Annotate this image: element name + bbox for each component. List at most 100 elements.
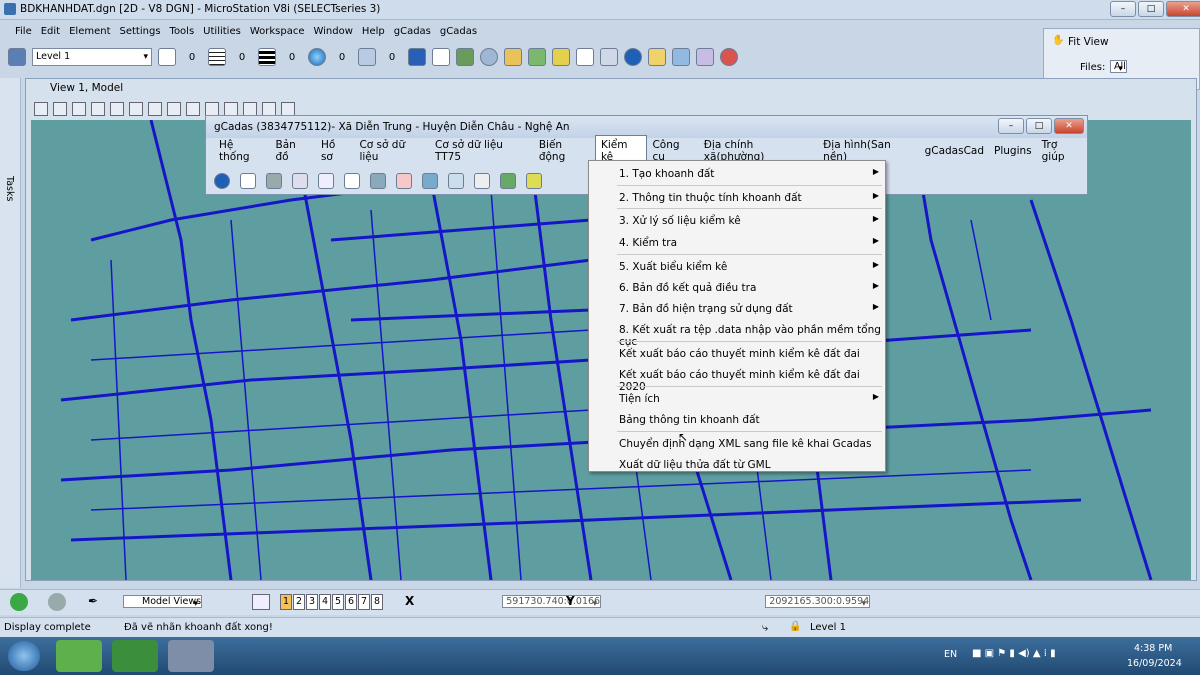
snap-icon[interactable]: ⤷ [762,621,768,635]
map-pin-icon[interactable] [500,173,516,189]
document-icon[interactable] [432,48,450,66]
close-button[interactable]: ✕ [1166,1,1200,17]
menu-gcadas-2[interactable]: gCadas [440,26,477,37]
view-button-6[interactable]: 6 [345,594,357,610]
view-button-4[interactable]: 4 [319,594,331,610]
menu-help[interactable]: Help [362,26,385,37]
menu-item-xu-ly-so-lieu[interactable]: 3. Xử lý số liệu kiểm kê ▶ [589,210,885,231]
model-views-combo[interactable]: Model Views [123,595,203,608]
info-icon[interactable] [624,48,642,66]
element-selection-icon[interactable] [8,48,26,66]
gear-icon[interactable] [72,102,86,116]
x-coordinate-field[interactable]: 591730.740:0.0166 [502,595,602,608]
menu-item-bang-thong-tin[interactable]: Bảng thông tin khoanh đất [589,409,885,430]
eye-icon[interactable] [370,173,386,189]
language-indicator[interactable]: EN [944,649,957,660]
gcadas-menu-ho-so[interactable]: Hồ sơ [316,136,355,166]
forward-icon[interactable] [48,593,66,611]
delete-icon[interactable] [396,173,412,189]
start-button-icon[interactable] [8,641,40,671]
gcadas-close-button[interactable]: ✕ [1054,118,1084,134]
copy-view-icon[interactable] [262,102,276,116]
pointer-icon[interactable] [91,102,105,116]
line-weight-icon[interactable] [258,48,276,66]
fit-view-icon[interactable] [167,102,181,116]
search-folder-icon[interactable] [648,48,666,66]
gcadas-restore-button[interactable]: □ [1026,118,1052,134]
gcadas-menu-bien-dong[interactable]: Biến động [534,136,595,166]
gcadas-menu-tro-giup[interactable]: Trợ giúp [1037,136,1087,166]
zoom-out-icon[interactable] [129,102,143,116]
menu-item-ban-do-hien-trang[interactable]: 7. Bản đồ hiện trạng sử dụng đất ▶ [589,298,885,319]
info-icon[interactable] [214,173,230,189]
menu-item-tien-ich[interactable]: Tiện ích ▶ [589,388,885,409]
menu-item-ket-xuat-data[interactable]: 8. Kết xuất ra tệp .data nhập vào phần m… [589,319,885,348]
color-swatch-icon[interactable] [158,48,176,66]
previous-view-icon[interactable] [224,102,238,116]
stack-icon[interactable] [552,48,570,66]
crosshair-icon[interactable] [696,48,714,66]
menu-item-thong-tin-thuoc-tinh[interactable]: 2. Thông tin thuộc tính khoanh đất ▶ [589,187,885,208]
menu-item-bao-cao-thuyet-minh[interactable]: Kết xuất báo cáo thuyết minh kiểm kê đất… [589,343,885,364]
taskbar-app-1-icon[interactable] [56,640,102,672]
level-combo[interactable]: Level 1 [32,48,152,66]
taskbar-app-2-icon[interactable] [112,640,158,672]
line-style-icon[interactable] [208,48,226,66]
gcadas-menu-gcadascad[interactable]: gCadasCad [920,142,989,160]
lock-icon[interactable]: 🔒 [789,621,801,632]
view-button-5[interactable]: 5 [332,594,344,610]
rotate-icon[interactable] [186,102,200,116]
gcadas-menu-he-thong[interactable]: Hệ thống [214,136,271,166]
flag-icon[interactable] [266,173,282,189]
layers-icon[interactable] [528,48,546,66]
image-icon[interactable] [504,48,522,66]
view-attributes-icon[interactable] [34,102,48,116]
back-icon[interactable] [10,593,28,611]
menu-item-bao-cao-2020[interactable]: Kết xuất báo cáo thuyết minh kiểm kê đất… [589,364,885,393]
menu-window[interactable]: Window [313,26,352,37]
grid-icon[interactable] [240,173,256,189]
display-style-icon[interactable] [53,102,67,116]
menu-utilities[interactable]: Utilities [203,26,241,37]
globe-icon[interactable] [308,48,326,66]
clock-date[interactable]: 16/09/2024 [1127,658,1182,669]
gcadas-menu-co-so-du-lieu[interactable]: Cơ sở dữ liệu [354,136,430,166]
pan-icon[interactable] [205,102,219,116]
menu-element[interactable]: Element [69,26,110,37]
y-coordinate-field[interactable]: 2092165.300:0.9594 [765,595,871,608]
bars-icon[interactable] [526,173,542,189]
window-area-icon[interactable] [148,102,162,116]
clock-time[interactable]: 4:38 PM [1134,643,1172,654]
minimize-button[interactable]: – [1110,1,1136,17]
pencil-icon[interactable] [600,48,618,66]
menu-gcadas-1[interactable]: gCadas [394,26,431,37]
frame-icon[interactable] [318,173,334,189]
menu-item-ban-do-ket-qua[interactable]: 6. Bản đồ kết quả điều tra ▶ [589,277,885,298]
menu-settings[interactable]: Settings [120,26,161,37]
next-view-icon[interactable] [243,102,257,116]
view-button-3[interactable]: 3 [306,594,318,610]
menu-tools[interactable]: Tools [170,26,195,37]
table-icon[interactable] [456,48,474,66]
view-button-8[interactable]: 8 [371,594,383,610]
zoom-icon[interactable] [292,173,308,189]
tasks-panel[interactable]: Tasks [0,78,21,588]
shape-fill-icon[interactable] [358,48,376,66]
map-icon[interactable] [672,48,690,66]
page-icon[interactable] [344,173,360,189]
menu-item-xuat-bieu[interactable]: 5. Xuất biểu kiểm kê ▶ [589,256,885,277]
view-button-2[interactable]: 2 [293,594,305,610]
menu-workspace[interactable]: Workspace [250,26,305,37]
gcadas-menu-co-so-du-lieu-tt75[interactable]: Cơ sở dữ liệu TT75 [430,136,534,166]
menu-item-tao-khoanh-dat[interactable]: 1. Tạo khoanh đất ▶ [589,163,885,184]
sparkle-icon[interactable] [576,48,594,66]
list-icon[interactable] [448,173,464,189]
cloud-icon[interactable] [480,48,498,66]
menu-item-xuat-gml[interactable]: Xuất dữ liệu thửa đất từ GML [589,454,885,475]
gcadas-menu-plugins[interactable]: Plugins [989,142,1037,160]
fit-view-files-combo[interactable]: All [1110,60,1127,73]
maximize-button[interactable]: □ [1138,1,1164,17]
menu-edit[interactable]: Edit [41,26,60,37]
gcadas-menu-ban-do[interactable]: Bản đồ [271,136,316,166]
menu-item-chuyen-xml[interactable]: Chuyển định dạng XML sang file kê khai G… [589,433,885,454]
